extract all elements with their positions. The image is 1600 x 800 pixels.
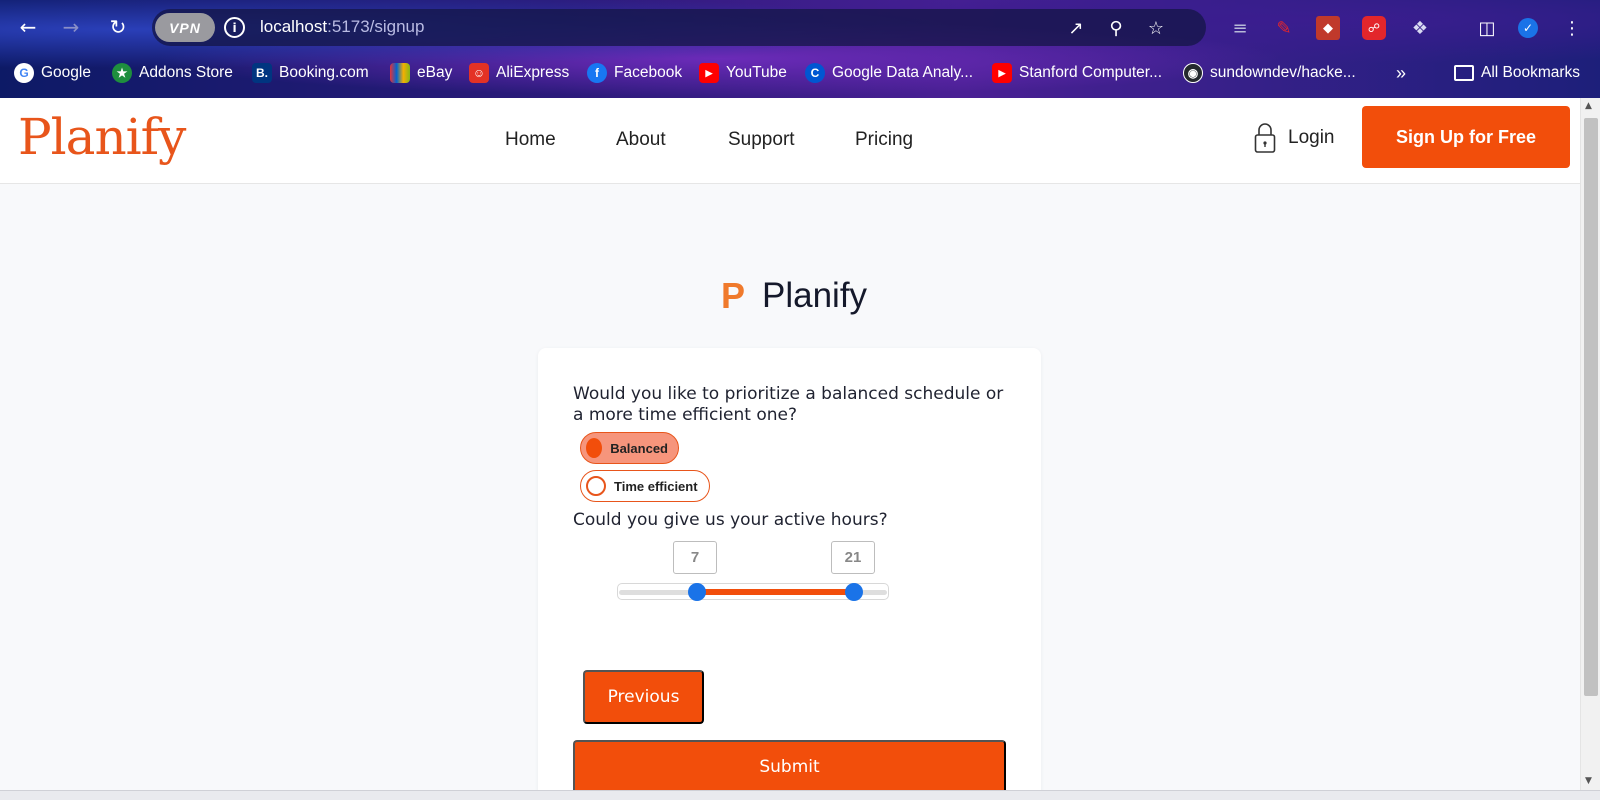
- site-logo[interactable]: Planify: [18, 108, 186, 166]
- bookmarks-bar: G Google ★ Addons Store B. Booking.com e…: [0, 58, 1600, 88]
- bookmark-coursera[interactable]: C Google Data Analy...: [805, 60, 973, 86]
- bookmark-label: Google Data Analy...: [832, 64, 974, 81]
- login-link[interactable]: Login: [1254, 122, 1335, 154]
- option-time-efficient[interactable]: Time efficient: [580, 470, 710, 502]
- browser-chrome: ← → ↻ VPN i localhost:5173/signup ↗ ⚲ ☆ …: [0, 0, 1600, 98]
- forward-icon[interactable]: →: [56, 12, 86, 42]
- folder-icon: [1454, 65, 1474, 81]
- booking-icon: B.: [252, 63, 272, 83]
- hours-range-slider[interactable]: [617, 583, 889, 601]
- scroll-down-icon[interactable]: ▼: [1585, 776, 1592, 786]
- option-balanced[interactable]: Balanced: [580, 432, 679, 464]
- all-bookmarks-button[interactable]: All Bookmarks: [1454, 60, 1580, 86]
- youtube-icon: ▶: [699, 63, 719, 83]
- radio-empty-icon: [586, 476, 606, 496]
- bookmark-label: Google: [41, 64, 91, 81]
- scrollbar-thumb[interactable]: [1584, 118, 1598, 696]
- bookmark-booking[interactable]: B. Booking.com: [252, 60, 369, 86]
- radio-selected-icon: [586, 438, 603, 458]
- bookmark-ebay[interactable]: eBay: [390, 60, 452, 86]
- github-icon: ◉: [1183, 63, 1203, 83]
- slider-start-handle[interactable]: [688, 583, 707, 601]
- login-label: Login: [1288, 127, 1335, 148]
- reload-icon[interactable]: ↻: [103, 12, 133, 42]
- profile-check-icon[interactable]: ✓: [1518, 18, 1538, 38]
- lock-icon: [1254, 123, 1276, 153]
- youtube-icon: ▶: [992, 63, 1012, 83]
- bookmark-stanford[interactable]: ▶ Stanford Computer...: [992, 60, 1162, 86]
- bookmark-aliexpress[interactable]: ☺ AliExpress: [469, 60, 569, 86]
- nav-support[interactable]: Support: [728, 129, 795, 151]
- facebook-icon: f: [587, 63, 607, 83]
- sign-up-button[interactable]: Sign Up for Free: [1362, 106, 1570, 168]
- addons-store-icon: ★: [112, 63, 132, 83]
- bookmark-youtube[interactable]: ▶ YouTube: [699, 60, 787, 86]
- share-icon[interactable]: ↗: [1064, 16, 1088, 40]
- bookmark-label: YouTube: [726, 64, 787, 81]
- bookmark-label: Booking.com: [279, 64, 369, 81]
- bookmark-label: Addons Store: [139, 64, 233, 81]
- menu-dots-icon[interactable]: ⋮: [1560, 16, 1584, 40]
- aliexpress-icon: ☺: [469, 63, 489, 83]
- zoom-icon[interactable]: ⚲: [1104, 16, 1128, 40]
- bookmarks-overflow-button[interactable]: »: [1396, 60, 1406, 86]
- brand-mark-icon: P: [720, 275, 745, 316]
- bookmark-facebook[interactable]: f Facebook: [587, 60, 682, 86]
- question-schedule: Would you like to prioritize a balanced …: [573, 384, 1004, 425]
- submit-button[interactable]: Submit: [573, 740, 1006, 790]
- scroll-up-icon[interactable]: ▲: [1585, 101, 1592, 111]
- signup-card: Would you like to prioritize a balanced …: [538, 348, 1041, 790]
- address-bar[interactable]: VPN i localhost:5173/signup ↗ ⚲ ☆: [152, 9, 1206, 46]
- brand-heading: P Planify: [718, 276, 867, 316]
- reading-list-icon[interactable]: ≡: [1228, 16, 1252, 40]
- bookmark-label: Facebook: [614, 64, 683, 81]
- bookmark-label: AliExpress: [496, 64, 570, 81]
- slider-end-handle[interactable]: [844, 583, 863, 601]
- site-info-icon[interactable]: i: [224, 17, 245, 38]
- option-label: Time efficient: [614, 478, 698, 494]
- bookmark-label: sundowndev/hacke...: [1210, 64, 1356, 81]
- slider-selected-range: [697, 589, 854, 595]
- lock-extension-icon[interactable]: ☍: [1362, 16, 1386, 40]
- bookmark-addons-store[interactable]: ★ Addons Store: [112, 60, 233, 86]
- bookmark-label: eBay: [417, 64, 453, 81]
- previous-button[interactable]: Previous: [583, 670, 704, 724]
- puzzle-icon[interactable]: ❖: [1408, 16, 1432, 40]
- page-viewport: Planify Home About Support Pricing Login…: [0, 98, 1580, 790]
- site-header: Planify Home About Support Pricing Login…: [0, 98, 1580, 184]
- hours-start-input[interactable]: 7: [673, 541, 717, 574]
- bookmark-github[interactable]: ◉ sundowndev/hacke...: [1183, 60, 1356, 86]
- hours-end-input[interactable]: 21: [831, 541, 875, 574]
- google-icon: G: [14, 63, 34, 83]
- side-panel-icon[interactable]: ◫: [1475, 16, 1499, 40]
- coursera-icon: C: [805, 63, 825, 83]
- brand-name: Planify: [762, 276, 868, 315]
- url-host: localhost: [260, 17, 328, 36]
- url-path: :5173/signup: [327, 17, 425, 36]
- option-label: Balanced: [610, 440, 668, 456]
- browser-toolbar: ← → ↻ VPN i localhost:5173/signup ↗ ⚲ ☆ …: [0, 6, 1600, 48]
- nav-about[interactable]: About: [616, 129, 666, 151]
- nav-home[interactable]: Home: [505, 129, 556, 151]
- bookmark-google[interactable]: G Google: [14, 60, 91, 86]
- ebay-icon: [390, 63, 410, 83]
- all-bookmarks-label: All Bookmarks: [1481, 64, 1581, 81]
- pen-extension-icon[interactable]: ✎: [1272, 16, 1296, 40]
- extension-icon[interactable]: ◆: [1316, 16, 1340, 40]
- bookmark-star-icon[interactable]: ☆: [1144, 16, 1168, 40]
- back-icon[interactable]: ←: [13, 12, 43, 42]
- question-active-hours: Could you give us your active hours?: [573, 510, 888, 530]
- url-text[interactable]: localhost:5173/signup: [260, 17, 424, 37]
- vpn-badge[interactable]: VPN: [155, 13, 215, 42]
- page-scrollbar[interactable]: ▲ ▼: [1580, 98, 1600, 790]
- bookmark-label: Stanford Computer...: [1019, 64, 1163, 81]
- bottom-bar: [0, 790, 1600, 800]
- nav-pricing[interactable]: Pricing: [855, 129, 913, 151]
